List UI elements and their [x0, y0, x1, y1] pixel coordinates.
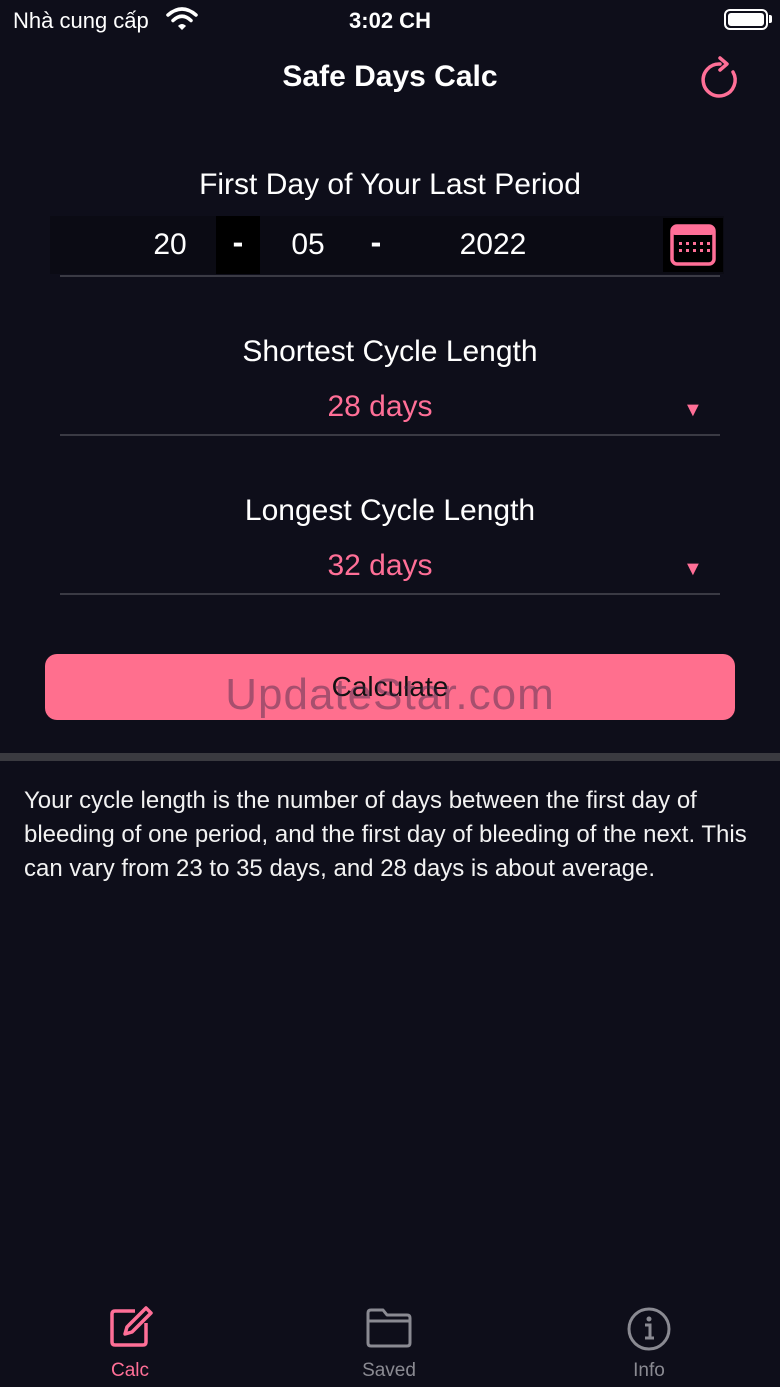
divider: [60, 275, 720, 277]
divider: [60, 434, 720, 436]
refresh-icon[interactable]: [696, 54, 744, 104]
longest-cycle-select[interactable]: 32 days: [60, 549, 700, 583]
divider: [60, 593, 720, 595]
tab-label: Calc: [110, 1360, 149, 1381]
calculate-button[interactable]: Calculate: [45, 654, 735, 720]
first-day-label: First Day of Your Last Period: [199, 168, 581, 201]
year-field[interactable]: 2022: [430, 228, 556, 262]
shortest-cycle-select[interactable]: 28 days: [60, 390, 700, 424]
battery-icon: [724, 9, 768, 30]
battery-tip: [769, 15, 772, 23]
edit-icon: [110, 1306, 153, 1347]
chevron-down-icon[interactable]: ▼: [683, 558, 703, 581]
month-field[interactable]: 05: [268, 228, 348, 262]
folder-icon: [366, 1308, 412, 1348]
section-divider: [0, 753, 780, 761]
tab-calc[interactable]: Calc: [50, 1302, 210, 1382]
info-icon: [627, 1307, 671, 1351]
date-separator: -: [232, 224, 244, 260]
day-field[interactable]: 20: [130, 228, 210, 262]
tab-saved[interactable]: Saved: [309, 1302, 469, 1382]
status-time: 3:02 CH: [349, 8, 431, 33]
app-screen: Nhà cung cấp 3:02 CH Safe Days Calc Firs…: [0, 0, 780, 1387]
tab-label: Saved: [362, 1360, 416, 1381]
tab-info[interactable]: Info: [569, 1302, 729, 1382]
status-bar: Nhà cung cấp 3:02 CH: [0, 0, 780, 40]
date-picker[interactable]: 20 - 05 - 2022: [50, 216, 724, 274]
page-title: Safe Days Calc: [282, 60, 498, 93]
date-separator-box: -: [216, 216, 260, 274]
longest-cycle-label: Longest Cycle Length: [244, 494, 536, 527]
shortest-cycle-label: Shortest Cycle Length: [242, 335, 538, 368]
date-separator: -: [370, 224, 382, 260]
chevron-down-icon[interactable]: ▼: [683, 399, 703, 422]
calendar-icon: [670, 224, 716, 266]
calendar-button[interactable]: [663, 218, 723, 272]
info-text: Your cycle length is the number of days …: [24, 787, 747, 882]
tab-label: Info: [633, 1360, 665, 1381]
